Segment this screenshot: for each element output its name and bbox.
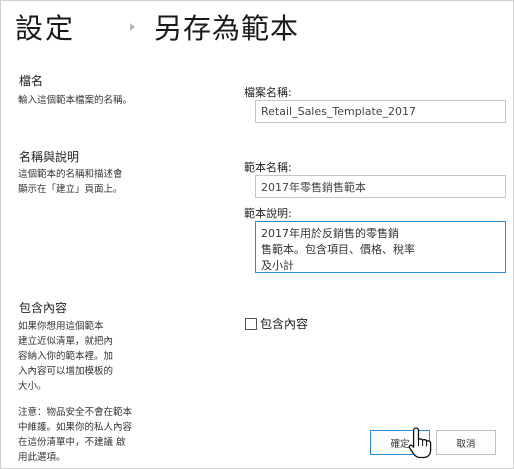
name-desc-section-description-line: 顯示在「建立」頁面上。 xyxy=(18,184,123,195)
include-content-description-line: 容納入你的範本裡。加 xyxy=(18,351,114,362)
include-content-checkbox-label[interactable]: 包含內容 xyxy=(260,315,308,332)
file-name-input[interactable]: Retail_Sales_Template_2017 xyxy=(255,100,506,123)
save-as-template-page: 設定 另存為範本 檔名 輸入這個範本檔案的名稱。 檔案名稱: Retail_Sa… xyxy=(0,0,514,469)
include-content-note-line: 注意：物品安全不會在範本 xyxy=(18,407,133,418)
include-content-description-line: 建立近似清單，就把內 xyxy=(18,336,114,347)
template-description-textarea[interactable]: 2017年用於反銷售的零售銷 售範本。包含項目、價格、稅率 及小計 xyxy=(255,221,506,273)
file-name-section-description: 輸入這個範本檔案的名稱。 xyxy=(18,95,133,106)
include-content-note-line: 中維護。如果你的私人內容 xyxy=(18,422,133,433)
file-name-section-title: 檔名 xyxy=(19,74,44,88)
include-content-description-line: 入內容可以增加模板的 xyxy=(18,366,114,377)
template-description-label: 範本說明: xyxy=(244,207,292,220)
include-content-description-line: 大小。 xyxy=(18,381,47,392)
template-name-label: 範本名稱: xyxy=(244,161,292,174)
template-name-input[interactable]: 2017年零售銷售範本 xyxy=(255,175,506,198)
include-content-section-title: 包含內容 xyxy=(19,301,68,315)
breadcrumb-settings-link[interactable]: 設定 xyxy=(15,7,75,47)
include-content-checkbox[interactable] xyxy=(245,317,257,330)
hand-pointer-icon xyxy=(408,427,432,459)
include-content-description-line: 如果你想用這個範本 xyxy=(18,321,104,332)
name-desc-section-title: 名稱與說明 xyxy=(19,150,80,164)
name-desc-section-description-line: 這個範本的名稱和描述會 xyxy=(18,169,123,180)
include-content-option[interactable]: 包含內容 xyxy=(245,315,308,332)
breadcrumb-separator-icon xyxy=(130,23,135,31)
page-title: 另存為範本 xyxy=(154,12,300,45)
include-content-note-line: 在這份清單中，不建議 啟 xyxy=(18,437,126,448)
include-content-note-line: 用此選項。 xyxy=(18,452,66,463)
cancel-button[interactable]: 取消 xyxy=(436,430,496,455)
file-name-label: 檔案名稱: xyxy=(244,86,292,99)
